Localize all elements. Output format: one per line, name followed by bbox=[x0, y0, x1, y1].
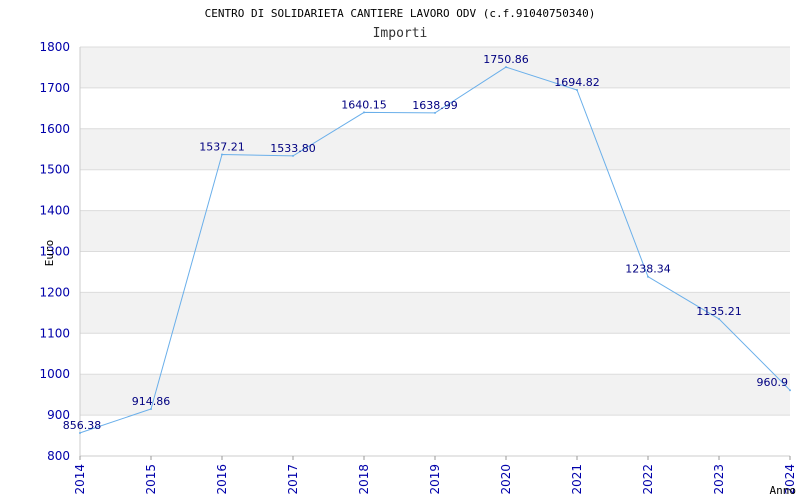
x-tick-labels: 2014 2015 2016 2017 2018 2019 2020 2021 2022 2023… bbox=[73, 464, 797, 495]
data-label: 1638.99 bbox=[412, 99, 458, 112]
x-axis-title: Anno bbox=[770, 484, 797, 497]
background-band bbox=[80, 169, 790, 211]
y-tick-label: 1200 bbox=[39, 285, 70, 299]
x-tick-label: 2021 bbox=[570, 464, 584, 495]
x-tick-label: 2018 bbox=[357, 464, 371, 495]
y-tick-label: 1800 bbox=[39, 40, 70, 54]
y-tick-label: 1100 bbox=[39, 326, 70, 340]
background-band bbox=[80, 251, 790, 293]
data-label: 914.86 bbox=[132, 395, 171, 408]
y-tick-label: 1500 bbox=[39, 163, 70, 177]
x-tick-label: 2023 bbox=[712, 464, 726, 495]
data-point bbox=[647, 275, 649, 278]
data-label: 1533.80 bbox=[270, 142, 316, 155]
data-label: 1640.15 bbox=[341, 98, 387, 111]
background-band bbox=[80, 374, 790, 416]
background-band bbox=[80, 47, 790, 88]
x-tick-label: 2016 bbox=[215, 464, 229, 495]
y-tick-label: 1400 bbox=[39, 204, 70, 218]
data-point bbox=[363, 111, 365, 114]
chart-title: CENTRO DI SOLIDARIETA CANTIERE LAVORO OD… bbox=[205, 7, 596, 20]
y-tick-label: 900 bbox=[47, 408, 70, 422]
x-tick-label: 2014 bbox=[73, 464, 87, 495]
data-point bbox=[789, 389, 791, 392]
y-tick-label: 1700 bbox=[39, 81, 70, 95]
x-tick-label: 2015 bbox=[144, 464, 158, 495]
data-point bbox=[505, 66, 507, 69]
y-tick-label: 1000 bbox=[39, 367, 70, 381]
line-chart: 856.38914.861537.21 1533.801640.15 1638.99… bbox=[39, 7, 797, 497]
y-axis-title: Euro bbox=[43, 240, 56, 267]
y-tick-label: 800 bbox=[47, 449, 70, 463]
data-point bbox=[221, 153, 223, 156]
data-point bbox=[292, 154, 294, 157]
data-point bbox=[718, 317, 720, 320]
x-tick-label: 2020 bbox=[499, 464, 513, 495]
data-label: 1750.86 bbox=[483, 53, 529, 66]
background-band bbox=[80, 210, 790, 252]
background-band bbox=[80, 333, 790, 375]
data-point bbox=[79, 431, 81, 434]
data-label: 1238.34 bbox=[625, 263, 671, 276]
data-label: 1135.21 bbox=[696, 305, 742, 318]
chart-subtitle: Importi bbox=[373, 26, 428, 41]
data-point bbox=[150, 408, 152, 411]
x-tick-label: 2019 bbox=[428, 464, 442, 495]
y-tick-label: 1600 bbox=[39, 122, 70, 136]
x-tick-label: 2017 bbox=[286, 464, 300, 495]
x-tick-label: 2022 bbox=[641, 464, 655, 495]
background-band bbox=[80, 128, 790, 170]
data-label: 1694.82 bbox=[554, 76, 600, 89]
data-label: 1537.21 bbox=[199, 140, 245, 153]
data-point bbox=[576, 89, 578, 92]
background-band bbox=[80, 292, 790, 334]
data-label: 960.9 bbox=[757, 376, 789, 389]
background-band bbox=[80, 415, 790, 456]
data-point bbox=[434, 111, 436, 114]
